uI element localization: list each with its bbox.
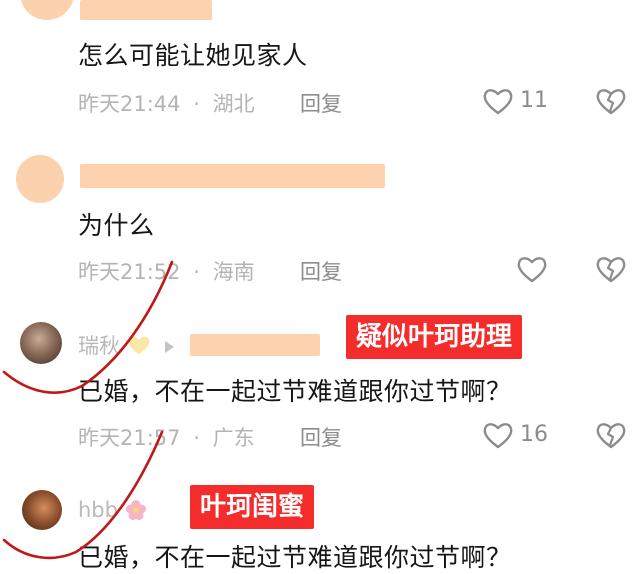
comment-text: 为什么 [78,211,155,240]
annotation-tag: 疑似叶珂助理 [346,315,523,359]
like-count: 11 [520,88,548,113]
comment-text: 已婚，不在一起过节难道跟你过节啊？ [78,543,512,572]
annotation-tag: 叶珂闺蜜 [190,485,315,529]
username[interactable]: 瑞秋 [78,330,175,360]
comment-time: 昨天21:44 [78,92,181,116]
comment-location: 湖北 [212,92,255,116]
username-text: hbb [78,498,118,522]
avatar[interactable] [22,490,62,530]
username-text: 瑞秋 [78,334,120,358]
like-count: 16 [520,422,548,447]
broken-heart-icon[interactable] [596,255,626,283]
flower-emoji-icon [125,500,146,520]
meta-separator: · [193,260,200,284]
reply-arrow-icon [165,341,175,353]
username-redacted [80,0,212,20]
username-redacted [80,164,385,188]
comment-time: 昨天21:52 [78,260,181,284]
avatar[interactable] [20,322,62,364]
avatar[interactable] [20,0,74,20]
comment-meta: 昨天21:57 · 广东 [78,422,255,452]
comment-text: 怎么可能让她见家人 [78,41,308,70]
comment-location: 广东 [212,426,255,450]
meta-separator: · [193,92,200,116]
broken-heart-icon[interactable] [596,87,626,115]
heart-outline-icon[interactable] [517,255,547,283]
comment-text: 已婚，不在一起过节难道跟你过节啊？ [78,377,512,406]
avatar[interactable] [16,155,64,203]
heart-outline-icon[interactable] [483,421,513,449]
comment-meta: 昨天21:52 · 海南 [78,256,255,286]
meta-separator: · [193,426,200,450]
comment-time: 昨天21:57 [78,426,181,450]
reply-button[interactable]: 回复 [300,422,342,452]
heart-emoji-icon [128,336,150,355]
username-redacted [190,334,320,356]
reply-button[interactable]: 回复 [300,88,342,118]
reply-button[interactable]: 回复 [300,256,342,286]
comment-meta: 昨天21:44 · 湖北 [78,88,255,118]
username[interactable]: hbb [78,498,147,522]
broken-heart-icon[interactable] [596,421,626,449]
heart-outline-icon[interactable] [483,87,513,115]
comment-location: 海南 [212,260,255,284]
